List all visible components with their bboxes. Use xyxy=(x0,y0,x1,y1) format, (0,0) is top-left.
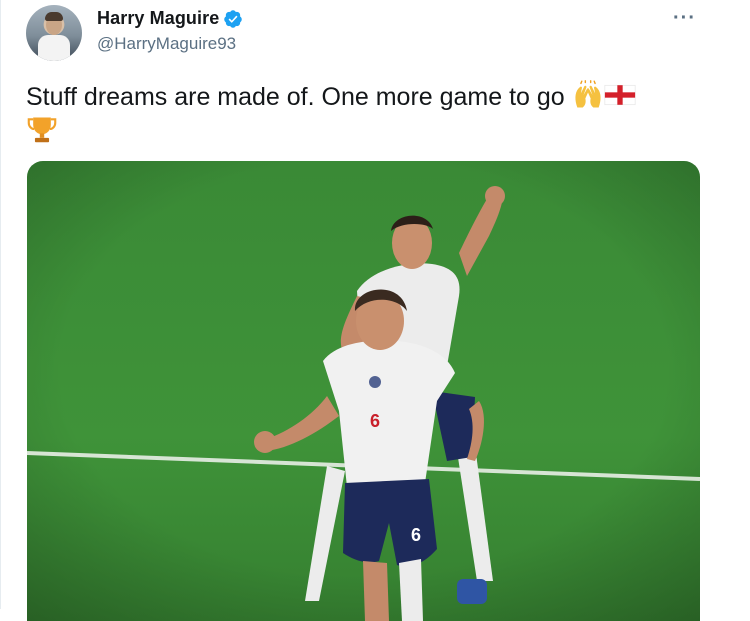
trophy-icon xyxy=(27,117,57,143)
raising-hands-icon xyxy=(575,80,601,108)
tweet-photo-image: 6 6 xyxy=(27,161,700,621)
avatar[interactable] xyxy=(26,5,82,61)
verified-badge-icon xyxy=(224,9,243,28)
tweet-text: Stuff dreams are made of. One more game … xyxy=(26,80,716,148)
jersey-number-front: 6 xyxy=(370,411,380,431)
author-name-row[interactable]: Harry Maguire xyxy=(97,8,243,29)
tweet-card: Harry Maguire @HarryMaguire93 ··· Stuff … xyxy=(0,0,750,621)
avatar-hair xyxy=(45,12,63,21)
england-flag-icon xyxy=(604,84,636,106)
shorts-number-front: 6 xyxy=(411,525,421,545)
more-options-icon[interactable]: ··· xyxy=(673,7,696,30)
tweet-body: Stuff dreams are made of. One more game … xyxy=(26,83,565,111)
author-handle[interactable]: @HarryMaguire93 xyxy=(97,34,236,54)
author-display-name[interactable]: Harry Maguire xyxy=(97,8,219,29)
avatar-shirt xyxy=(38,35,70,61)
tweet-photo[interactable]: 6 6 xyxy=(27,161,700,621)
